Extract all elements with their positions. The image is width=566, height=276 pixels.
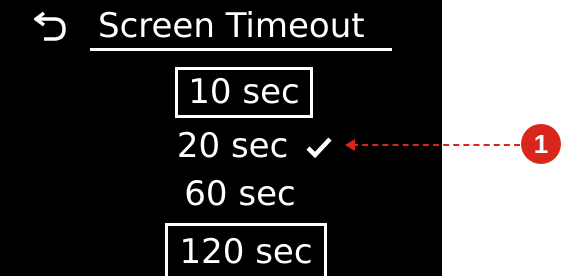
- callout-leader-line: [352, 144, 520, 146]
- option-10-sec[interactable]: 10 sec: [175, 67, 313, 118]
- page-title: Screen Timeout: [98, 6, 365, 46]
- header: Screen Timeout: [0, 0, 442, 60]
- checkmark-icon: [306, 137, 332, 159]
- back-arrow-icon[interactable]: [34, 9, 70, 43]
- option-60-sec[interactable]: 60 sec: [180, 172, 300, 216]
- title-underline: [90, 48, 392, 51]
- device-screen: Screen Timeout 10 sec 20 sec 60 sec 120 …: [0, 0, 442, 276]
- callout-badge: 1: [521, 124, 561, 164]
- option-20-sec[interactable]: 20 sec: [155, 124, 355, 168]
- option-120-sec[interactable]: 120 sec: [165, 223, 327, 276]
- option-20-sec-label: 20 sec: [176, 126, 289, 166]
